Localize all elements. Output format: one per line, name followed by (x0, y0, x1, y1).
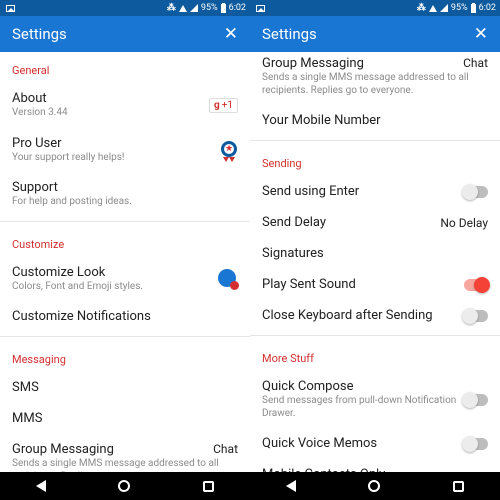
battery-icon (221, 4, 226, 13)
item-your-number[interactable]: Your Mobile Number (250, 105, 500, 136)
item-value: Chat (207, 442, 238, 457)
item-sub: Sends a single MMS message addressed to … (12, 458, 238, 472)
section-customize: Customize (0, 226, 250, 257)
divider (0, 336, 250, 337)
nav-back-icon[interactable] (36, 480, 46, 492)
nav-bar (0, 472, 250, 500)
toggle[interactable] (464, 438, 488, 450)
item-play-sent-sound[interactable]: Play Sent Sound (250, 269, 500, 300)
item-customize-notifications[interactable]: Customize Notifications (0, 301, 250, 332)
item-title: Quick Voice Memos (262, 436, 464, 451)
section-sending: Sending (250, 145, 500, 176)
signal-icon (190, 4, 198, 12)
app-bar: Settings ✕ (250, 16, 500, 52)
bluetooth-icon: ⁂ (167, 3, 176, 13)
divider (250, 335, 500, 336)
toggle[interactable] (464, 310, 488, 322)
divider (0, 221, 250, 222)
item-title: Pro User (12, 136, 220, 151)
bluetooth-icon: ⁂ (417, 3, 426, 13)
item-send-delay[interactable]: Send Delay No Delay (250, 207, 500, 238)
toggle[interactable] (464, 186, 488, 198)
clock: 6:02 (479, 3, 496, 13)
item-sub: Send messages from pull-down Notificatio… (262, 395, 464, 420)
section-messaging: Messaging (0, 341, 250, 372)
status-bar: ⁂ 95% 6:02 (250, 0, 500, 16)
item-quick-compose[interactable]: Quick Compose Send messages from pull-do… (250, 371, 500, 428)
item-customize-look[interactable]: Customize Look Colors, Font and Emoji st… (0, 257, 250, 302)
item-support[interactable]: Support For help and posting ideas. (0, 172, 250, 217)
close-icon[interactable]: ✕ (474, 24, 488, 44)
section-more-stuff: More Stuff (250, 340, 500, 371)
item-title: Close Keyboard after Sending (262, 308, 464, 323)
picture-icon (6, 5, 15, 12)
picture-icon (256, 5, 265, 12)
item-title: Group Messaging (262, 56, 457, 71)
close-icon[interactable]: ✕ (224, 24, 238, 44)
item-sms[interactable]: SMS (0, 372, 250, 403)
battery-pct: 95% (451, 3, 468, 13)
item-title: Customize Notifications (12, 309, 238, 324)
nav-home-icon[interactable] (368, 480, 380, 492)
item-title: Group Messaging (12, 442, 207, 457)
item-title: Support (12, 180, 238, 195)
theme-color-icon (218, 269, 238, 289)
nav-recents-icon[interactable] (453, 481, 464, 492)
item-sub: Sends a single MMS message addressed to … (262, 72, 488, 97)
status-bar: ⁂ 95% 6:02 (0, 0, 250, 16)
item-mobile-contacts-only[interactable]: Mobile Contacts Only When composing a ne… (250, 459, 500, 472)
nav-home-icon[interactable] (118, 480, 130, 492)
item-title: Mobile Contacts Only (262, 467, 464, 472)
item-title: About (12, 91, 209, 106)
content-scroll[interactable]: General About Version 3.44 g+1 Pro User … (0, 52, 250, 472)
google-plus-badge[interactable]: g+1 (209, 98, 238, 113)
toggle[interactable] (464, 394, 488, 406)
item-group-messaging[interactable]: Group MessagingChat Sends a single MMS m… (250, 52, 500, 105)
item-close-keyboard[interactable]: Close Keyboard after Sending (250, 300, 500, 331)
nav-back-icon[interactable] (286, 480, 296, 492)
item-title: Customize Look (12, 265, 218, 280)
item-title: Send using Enter (262, 184, 464, 199)
item-send-enter[interactable]: Send using Enter (250, 176, 500, 207)
item-value: No Delay (434, 216, 488, 230)
rosette-icon: ★ (220, 141, 238, 159)
item-pro-user[interactable]: Pro User Your support really helps! ★ (0, 128, 250, 173)
battery-pct: 95% (201, 3, 218, 13)
nav-bar (250, 472, 500, 500)
item-title: SMS (12, 380, 238, 395)
item-sub: Version 3.44 (12, 107, 209, 120)
divider (250, 140, 500, 141)
item-title: Send Delay (262, 215, 434, 230)
signal-icon (440, 4, 448, 12)
pane-right: ⁂ 95% 6:02 Settings ✕ Group MessagingCha… (250, 0, 500, 500)
item-sub: For help and posting ideas. (12, 196, 238, 209)
item-title: MMS (12, 411, 238, 426)
item-title: Play Sent Sound (262, 277, 464, 292)
section-general: General (0, 52, 250, 83)
nav-recents-icon[interactable] (203, 481, 214, 492)
item-title: Your Mobile Number (262, 113, 488, 128)
item-about[interactable]: About Version 3.44 g+1 (0, 83, 250, 128)
toggle[interactable] (464, 279, 488, 291)
item-sub: Your support really helps! (12, 152, 220, 165)
item-quick-voice-memos[interactable]: Quick Voice Memos (250, 428, 500, 459)
wifi-icon (429, 5, 437, 12)
item-mms[interactable]: MMS (0, 403, 250, 434)
item-sub: Colors, Font and Emoji styles. (12, 281, 218, 294)
wifi-icon (179, 5, 187, 12)
item-title: Quick Compose (262, 379, 464, 394)
item-signatures[interactable]: Signatures (250, 238, 500, 269)
item-group-messaging[interactable]: Group MessagingChat Sends a single MMS m… (0, 434, 250, 472)
item-title: Signatures (262, 246, 488, 261)
page-title: Settings (262, 25, 474, 43)
battery-icon (471, 4, 476, 13)
clock: 6:02 (229, 3, 246, 13)
item-value: Chat (457, 56, 488, 71)
pane-left: ⁂ 95% 6:02 Settings ✕ General About Vers… (0, 0, 250, 500)
page-title: Settings (12, 25, 224, 43)
content-scroll[interactable]: Group MessagingChat Sends a single MMS m… (250, 52, 500, 472)
app-bar: Settings ✕ (0, 16, 250, 52)
